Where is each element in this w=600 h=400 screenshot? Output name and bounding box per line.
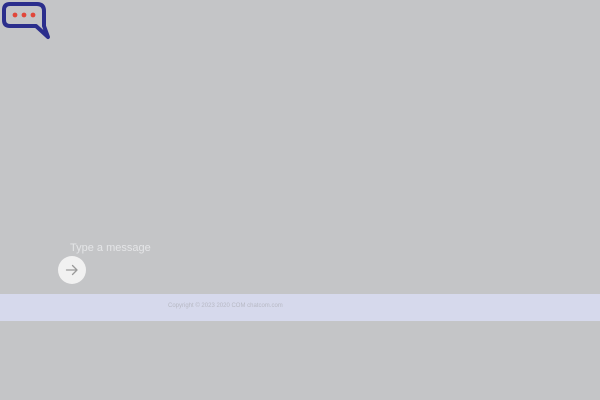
message-composer (58, 236, 538, 290)
copyright-text: Copyright © 2023 2020 COM chatcom.com (168, 303, 283, 309)
app-logo[interactable] (0, 0, 56, 42)
arrow-right-icon (65, 264, 78, 276)
send-button[interactable] (58, 256, 86, 284)
chat-bubble-logo-icon (2, 2, 50, 39)
footer: Copyright © 2023 2020 COM chatcom.com (0, 294, 600, 321)
message-input[interactable] (70, 240, 490, 256)
